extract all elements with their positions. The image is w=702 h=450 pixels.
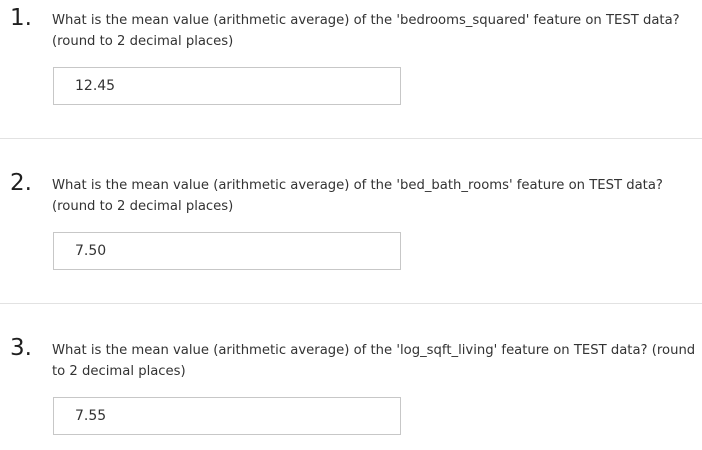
question-text: What is the mean value (arithmetic avera… [52, 178, 663, 214]
answer-input[interactable] [53, 397, 401, 435]
answer-input[interactable] [53, 232, 401, 270]
question-text: What is the mean value (arithmetic avera… [52, 13, 680, 49]
question-divider [0, 303, 702, 304]
question-text: What is the mean value (arithmetic avera… [52, 343, 696, 379]
question-number: 3. [10, 335, 32, 361]
question-1: 1. What is the mean value (arithmetic av… [0, 0, 702, 120]
question-divider [0, 138, 702, 139]
question-number: 1. [10, 5, 32, 31]
question-3: 3. What is the mean value (arithmetic av… [0, 330, 702, 450]
question-number: 2. [10, 170, 32, 196]
question-2: 2. What is the mean value (arithmetic av… [0, 165, 702, 285]
answer-input[interactable] [53, 67, 401, 105]
